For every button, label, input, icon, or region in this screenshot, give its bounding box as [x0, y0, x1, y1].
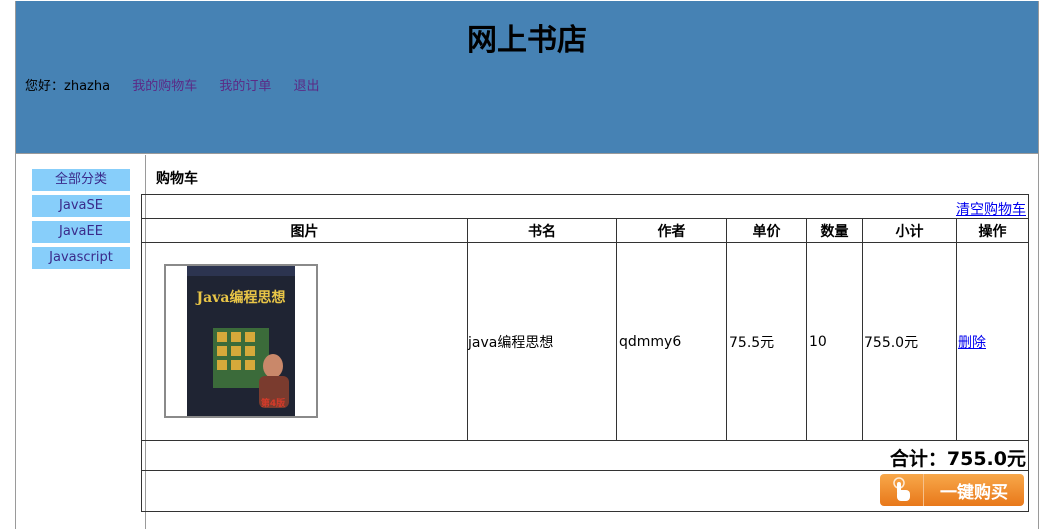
total-row: 合计：755.0元 [142, 441, 1028, 471]
hand-pointer-icon [880, 474, 924, 506]
user-greeting: 您好：zhazha [25, 79, 111, 94]
column-header-author: 作者 [617, 219, 727, 242]
column-header-quantity: 数量 [807, 219, 863, 242]
column-header-price: 单价 [727, 219, 807, 242]
cart-heading: 购物车 [156, 171, 198, 187]
item-price: 75.5元 [727, 243, 807, 440]
category-javascript[interactable]: Javascript [32, 247, 130, 269]
cover-title: Java编程思想 [195, 289, 286, 306]
book-cover-art: Java编程思想 第4版 [187, 266, 295, 416]
site-header: 网上书店 您好：zhazha 我的购物车 我的订单 退出 [16, 1, 1038, 154]
clear-cart-row: 清空购物车 [142, 195, 1028, 219]
site-title: 网上书店 [467, 23, 587, 58]
cover-edition: 第4版 [261, 397, 285, 409]
logout-link[interactable]: 退出 [294, 79, 320, 94]
category-javase[interactable]: JavaSE [32, 195, 130, 217]
item-quantity: 10 [807, 243, 863, 440]
item-author: qdmmy6 [617, 243, 727, 440]
cart-table: 清空购物车 图片 书名 作者 单价 数量 小计 操作 Java编程思想 第4版 … [141, 194, 1029, 512]
user-bar: 您好：zhazha 我的购物车 我的订单 退出 [25, 75, 320, 94]
column-header-image: 图片 [142, 219, 468, 242]
item-action-cell: 删除 [957, 243, 1028, 440]
column-header-name: 书名 [468, 219, 617, 242]
item-subtotal: 755.0元 [863, 243, 957, 440]
category-all[interactable]: 全部分类 [32, 169, 130, 191]
buy-row: 一键购买 [142, 471, 1028, 511]
item-name: java编程思想 [468, 243, 617, 440]
category-javaee[interactable]: JavaEE [32, 221, 130, 243]
category-sidebar: 全部分类 JavaSE JavaEE Javascript [16, 155, 146, 529]
my-orders-link[interactable]: 我的订单 [219, 79, 271, 94]
column-header-action: 操作 [978, 223, 1007, 240]
buy-now-button[interactable]: 一键购买 [880, 474, 1024, 506]
cart-total: 合计：755.0元 [889, 448, 1026, 470]
clear-cart-link[interactable]: 清空购物车 [956, 199, 1026, 219]
my-cart-link[interactable]: 我的购物车 [132, 79, 197, 94]
book-cover-image[interactable]: Java编程思想 第4版 [164, 264, 318, 418]
table-row: Java编程思想 第4版 java编程思想 qdmmy6 75.5元 10 75… [142, 243, 1028, 441]
buy-now-label: 一键购买 [940, 482, 1008, 503]
item-image-cell: Java编程思想 第4版 [142, 243, 468, 440]
table-header-row: 图片 书名 作者 单价 数量 小计 操作 [142, 219, 1028, 243]
column-header-subtotal: 小计 [863, 219, 957, 242]
delete-item-link[interactable]: 删除 [958, 332, 986, 352]
